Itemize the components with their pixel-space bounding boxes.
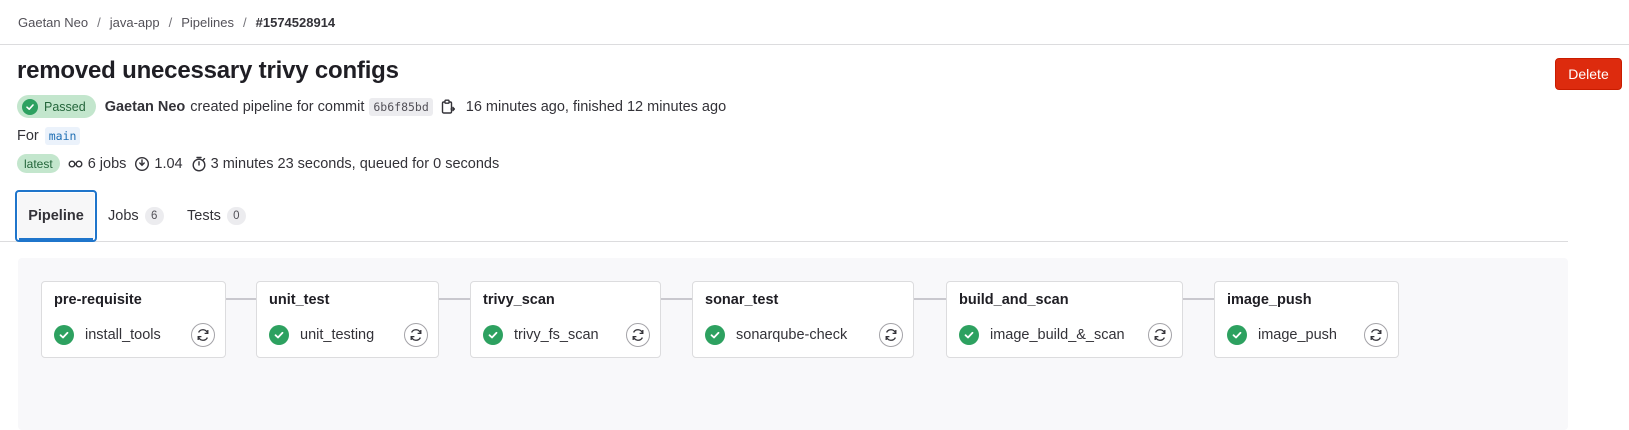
tab-tests-label: Tests (187, 208, 221, 224)
pipeline-icon (68, 159, 83, 167)
jobs-count-label: 6 jobs (87, 155, 127, 172)
retry-button[interactable] (626, 323, 650, 347)
ref-branch-link[interactable]: main (44, 127, 81, 145)
stage-trivy-scan: trivy_scan trivy_fs_scan (470, 281, 661, 358)
stage-connector (1183, 298, 1214, 300)
stage-title: build_and_scan (959, 292, 1069, 308)
stage-title: sonar_test (705, 292, 779, 308)
job-name: image_push (1258, 327, 1337, 343)
job-name: install_tools (85, 327, 161, 343)
pipeline-timing: 16 minutes ago, finished 12 minutes ago (465, 98, 727, 115)
pipeline-meta-row: Passed Gaetan Neo created pipeline for c… (17, 95, 726, 118)
stage-title: pre-requisite (54, 292, 142, 308)
job-trivy-fs-scan[interactable]: trivy_fs_scan (483, 325, 599, 345)
breadcrumb: Gaetan Neo / java-app / Pipelines / #157… (18, 15, 335, 30)
check-circle-icon (483, 325, 503, 345)
copy-icon[interactable] (441, 99, 455, 115)
pipeline-action-text: created pipeline for commit (190, 98, 365, 115)
jobs-count: 6 jobs (68, 155, 127, 172)
breadcrumb-item-pipelines[interactable]: Pipelines (181, 15, 234, 30)
timer-icon (192, 156, 206, 172)
commit-sha-link[interactable]: 6b6f85bd (369, 97, 433, 116)
coverage-value: 1.04 (154, 155, 183, 172)
stage-pre-requisite: pre-requisite install_tools (41, 281, 226, 358)
latest-badge: latest (17, 154, 60, 173)
stage-sonar-test: sonar_test sonarqube-check (692, 281, 914, 358)
stage-connector (914, 298, 946, 300)
check-circle-icon (959, 325, 979, 345)
retry-button[interactable] (404, 323, 428, 347)
retry-icon (197, 329, 209, 341)
tab-tests-count: 0 (226, 207, 246, 225)
ref-label: For (17, 128, 39, 144)
breadcrumb-separator: / (243, 15, 247, 30)
job-name: image_build_&_scan (990, 327, 1125, 343)
tab-jobs[interactable]: Jobs 6 (108, 190, 164, 242)
check-circle-icon (22, 98, 38, 115)
tab-jobs-label: Jobs (108, 208, 139, 224)
stage-unit-test: unit_test unit_testing (256, 281, 439, 358)
status-badge[interactable]: Passed (17, 95, 96, 118)
pipeline-info-row: latest 6 jobs 1.04 3 minutes 23 seconds,… (17, 154, 507, 173)
page-title: removed unecessary trivy configs (17, 57, 399, 84)
breadcrumb-item-user[interactable]: Gaetan Neo (18, 15, 88, 30)
job-name: sonarqube-check (736, 327, 848, 343)
stage-connector (661, 298, 692, 300)
stage-image-push: image_push image_push (1214, 281, 1399, 358)
author-link[interactable]: Gaetan Neo (105, 99, 186, 115)
stage-title: unit_test (269, 292, 330, 308)
retry-button[interactable] (1364, 323, 1388, 347)
duration: 3 minutes 23 seconds, queued for 0 secon… (191, 155, 500, 172)
stage-title: trivy_scan (483, 292, 555, 308)
retry-button[interactable] (191, 323, 215, 347)
check-circle-icon (269, 325, 289, 345)
coverage: 1.04 (134, 155, 183, 172)
job-sonarqube-check[interactable]: sonarqube-check (705, 325, 847, 345)
job-unit-testing[interactable]: unit_testing (269, 325, 374, 345)
job-image-build-and-scan[interactable]: image_build_&_scan (959, 325, 1125, 345)
retry-icon (1370, 329, 1382, 341)
check-circle-icon (54, 325, 74, 345)
tab-jobs-count: 6 (144, 207, 164, 225)
breadcrumb-item-pipeline-id[interactable]: #1574528914 (256, 15, 336, 30)
retry-button[interactable] (879, 323, 903, 347)
tab-pipeline-label: Pipeline (28, 208, 84, 224)
stage-connector (439, 298, 470, 300)
retry-icon (410, 329, 422, 341)
tab-pipeline[interactable]: Pipeline (15, 190, 97, 242)
breadcrumb-separator: / (168, 15, 173, 30)
breadcrumb-bar: Gaetan Neo / java-app / Pipelines / #157… (0, 0, 1629, 45)
pipeline-ref-row: For main (17, 127, 81, 145)
stage-connector (226, 298, 256, 300)
pipeline-tabs: Pipeline Jobs 6 Tests 0 (0, 190, 1568, 242)
check-circle-icon (1227, 325, 1247, 345)
retry-icon (1154, 329, 1166, 341)
status-badge-label: Passed (44, 99, 86, 114)
stage-build-and-scan: build_and_scan image_build_&_scan (946, 281, 1183, 358)
duration-value: 3 minutes 23 seconds, queued for 0 secon… (210, 155, 500, 172)
breadcrumb-separator: / (97, 15, 101, 30)
retry-button[interactable] (1148, 323, 1172, 347)
delete-button[interactable]: Delete (1555, 58, 1622, 90)
check-circle-icon (705, 325, 725, 345)
job-name: trivy_fs_scan (514, 327, 599, 343)
coverage-icon (135, 156, 150, 171)
retry-icon (885, 329, 897, 341)
retry-icon (632, 329, 644, 341)
tab-tests[interactable]: Tests 0 (187, 190, 246, 242)
job-name: unit_testing (300, 327, 375, 343)
stage-title: image_push (1227, 292, 1312, 308)
job-image-push[interactable]: image_push (1227, 325, 1337, 345)
job-install-tools[interactable]: install_tools (54, 325, 161, 345)
breadcrumb-item-project[interactable]: java-app (110, 15, 160, 30)
